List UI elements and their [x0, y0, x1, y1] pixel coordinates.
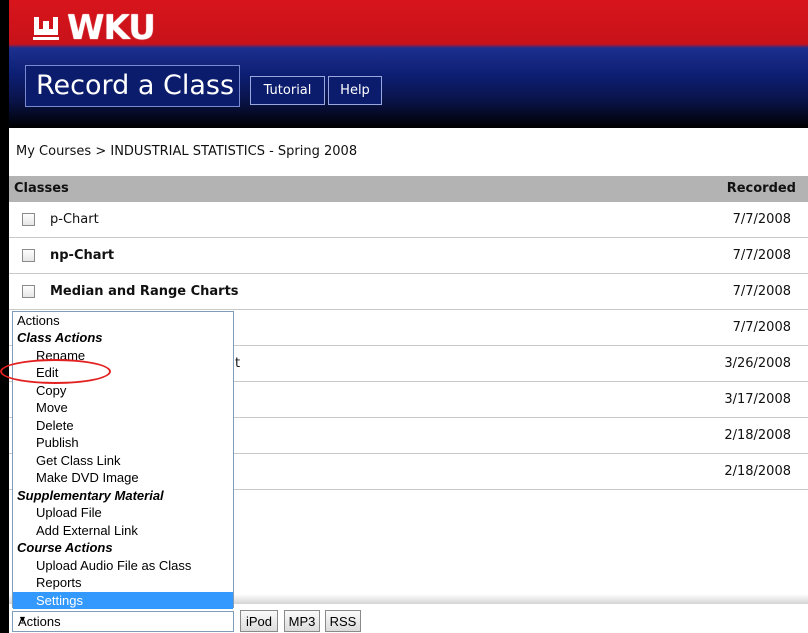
dropdown-arrow-icon[interactable]: ▼ — [18, 614, 229, 624]
table-row: np-Chart 7/7/2008 — [9, 238, 808, 274]
cupola-icon — [31, 13, 61, 43]
recorded-date: 3/26/2008 — [724, 356, 791, 371]
dropdown-group-supplementary-material: Supplementary Material — [17, 488, 164, 503]
dropdown-option-get-class-link[interactable]: Get Class Link — [13, 452, 233, 469]
table-row: Median and Range Charts 7/7/2008 — [9, 274, 808, 310]
mp3-button[interactable]: MP3 — [284, 610, 320, 632]
recorded-date: 7/7/2008 — [732, 284, 791, 299]
recorded-date: 2/18/2008 — [724, 428, 791, 443]
recorded-date: 3/17/2008 — [724, 392, 791, 407]
rss-button[interactable]: RSS — [325, 610, 361, 632]
actions-dropdown-list[interactable]: Actions Class Actions Rename Edit Copy M… — [12, 311, 234, 609]
class-title-link[interactable]: Median and Range Charts — [50, 284, 239, 299]
class-title-link[interactable]: t — [235, 356, 240, 371]
tutorial-button[interactable]: Tutorial — [250, 76, 325, 105]
row-checkbox[interactable] — [22, 285, 35, 298]
dropdown-option-make-dvd-image[interactable]: Make DVD Image — [13, 469, 233, 486]
table-header: Classes Recorded — [9, 176, 808, 202]
column-header-classes[interactable]: Classes — [14, 181, 69, 196]
header-banner: WKU Record a Class Tutorial Help — [9, 0, 808, 128]
dropdown-option-actions[interactable]: Actions — [13, 312, 233, 329]
dropdown-option-upload-audio-file[interactable]: Upload Audio File as Class — [13, 557, 233, 574]
wku-logo: WKU — [31, 6, 156, 50]
logo-text: WKU — [67, 8, 156, 48]
dropdown-option-add-external-link[interactable]: Add External Link — [13, 522, 233, 539]
annotation-oval — [0, 359, 111, 384]
row-checkbox[interactable] — [22, 213, 35, 226]
dropdown-group-course-actions: Course Actions — [17, 540, 113, 555]
dropdown-option-copy[interactable]: Copy — [13, 382, 233, 399]
app-title-text: Record a Class — [36, 70, 235, 101]
dropdown-option-settings[interactable]: Settings — [13, 592, 233, 609]
actions-select[interactable]: Actions ▼ — [12, 611, 234, 632]
recorded-date: 7/7/2008 — [732, 320, 791, 335]
ipod-button[interactable]: iPod — [240, 610, 278, 632]
dropdown-option-reports[interactable]: Reports — [13, 574, 233, 591]
table-row: p-Chart 7/7/2008 — [9, 202, 808, 238]
column-header-recorded[interactable]: Recorded — [727, 181, 796, 196]
dropdown-option-delete[interactable]: Delete — [13, 417, 233, 434]
recorded-date: 7/7/2008 — [732, 248, 791, 263]
recorded-date: 7/7/2008 — [732, 212, 791, 227]
recorded-date: 2/18/2008 — [724, 464, 791, 479]
app-title: Record a Class — [25, 65, 240, 107]
class-title-link[interactable]: np-Chart — [50, 248, 114, 263]
help-button[interactable]: Help — [328, 76, 382, 105]
row-checkbox[interactable] — [22, 249, 35, 262]
dropdown-option-move[interactable]: Move — [13, 399, 233, 416]
dropdown-option-upload-file[interactable]: Upload File — [13, 504, 233, 521]
breadcrumb[interactable]: My Courses > INDUSTRIAL STATISTICS - Spr… — [16, 144, 357, 159]
dropdown-group-class-actions: Class Actions — [17, 330, 103, 345]
class-title-link[interactable]: p-Chart — [50, 212, 99, 227]
dropdown-option-publish[interactable]: Publish — [13, 434, 233, 451]
